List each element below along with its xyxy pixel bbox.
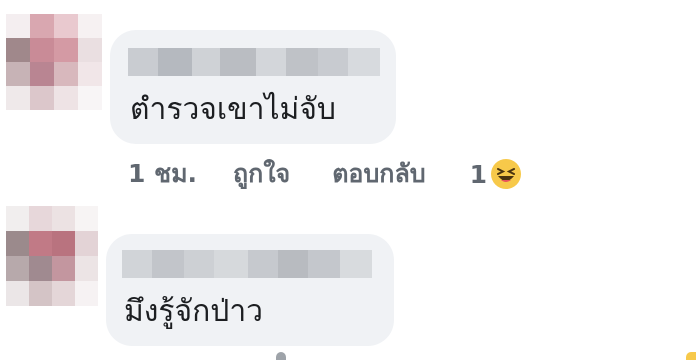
laughing-emoji-icon <box>492 160 521 188</box>
next-comment-partial <box>276 352 286 360</box>
blurred-author-name[interactable] <box>122 250 372 278</box>
avatar[interactable] <box>6 14 102 110</box>
partial-emoji-icon <box>686 352 696 360</box>
blurred-author-name[interactable] <box>128 48 380 76</box>
comment-text: มึงรู้จักป่าว <box>124 294 264 329</box>
reply-button[interactable]: ตอบกลับ <box>332 154 425 194</box>
comment-timestamp[interactable]: 1 ชม. <box>128 154 197 194</box>
comment-text: ตำรวจเขาไม่จับ <box>130 92 336 127</box>
comment-actions: 1 ชม. ถูกใจ ตอบกลับ 1 <box>128 154 522 194</box>
avatar[interactable] <box>6 206 98 306</box>
laughing-emoji-icon[interactable] <box>491 159 522 189</box>
like-button[interactable]: ถูกใจ <box>233 154 290 194</box>
reaction-count[interactable]: 1 <box>470 160 487 189</box>
